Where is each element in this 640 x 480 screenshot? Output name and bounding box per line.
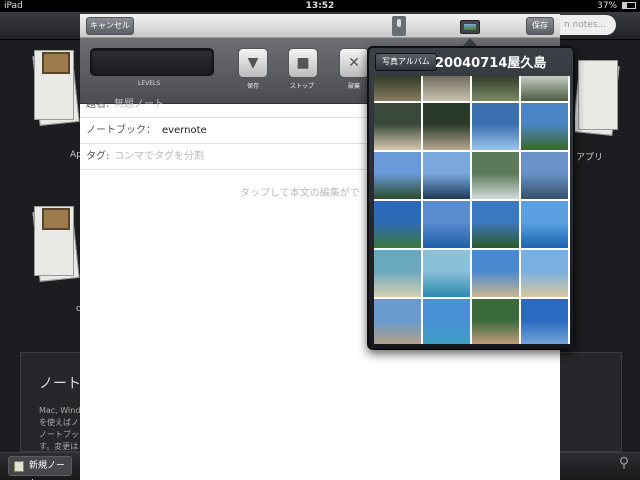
photo-thumbnail[interactable] xyxy=(374,250,421,297)
save-button[interactable]: 保存 xyxy=(526,17,554,35)
status-bar: iPad 13:52 37% xyxy=(0,0,640,12)
microphone-icon[interactable] xyxy=(392,16,406,36)
record-stop-button[interactable]: ■ xyxy=(288,48,318,78)
photo-thumbnail[interactable] xyxy=(472,152,519,199)
notebook-stack[interactable] xyxy=(32,202,80,282)
photo-thumbnail[interactable] xyxy=(521,152,568,199)
photo-thumbnail[interactable] xyxy=(423,76,470,101)
notebook-stack[interactable] xyxy=(572,56,624,136)
photo-thumbnail[interactable] xyxy=(521,201,568,248)
photo-thumbnail[interactable] xyxy=(521,103,568,150)
photo-picker-popover: 写真アルバム 20040714屋久島 xyxy=(367,46,575,350)
record-discard-button[interactable]: ✕ xyxy=(339,48,369,78)
notebook-stack[interactable] xyxy=(32,46,80,126)
clock: 13:52 xyxy=(305,1,335,11)
photo-thumbnail[interactable] xyxy=(472,299,519,344)
panel-text: Mac, Windo を使えばノ ノートブッ す。変更は xyxy=(39,406,86,451)
photo-thumbnail[interactable] xyxy=(472,250,519,297)
levels-meter xyxy=(90,48,214,76)
cancel-button[interactable]: キャンセル xyxy=(86,17,134,35)
photo-albums-back-button[interactable]: 写真アルバム xyxy=(375,53,437,71)
notebook-value[interactable]: evernote xyxy=(162,118,207,144)
record-discard-label: 破棄 xyxy=(348,83,361,90)
title-input[interactable]: 無題ノート xyxy=(114,92,164,118)
photo-thumbnail[interactable] xyxy=(521,76,568,101)
photo-thumbnail[interactable] xyxy=(521,299,568,344)
notebook-label: ノートブック： xyxy=(86,125,156,136)
photo-grid xyxy=(374,76,570,344)
tags-label: タグ: xyxy=(86,151,110,162)
battery-indicator: 37% xyxy=(597,0,636,12)
photo-thumbnail[interactable] xyxy=(374,103,421,150)
photo-icon[interactable] xyxy=(460,20,480,34)
new-note-button[interactable]: 新規ノート xyxy=(8,456,72,480)
photo-thumbnail[interactable] xyxy=(374,152,421,199)
editor-toolbar: キャンセル 保存 xyxy=(80,14,560,38)
photo-thumbnail[interactable] xyxy=(374,201,421,248)
body-editor[interactable]: タップして本文の編集がで xyxy=(240,184,360,199)
notebook-label-icon xyxy=(42,208,70,230)
levels-label: LEVELS xyxy=(138,80,161,87)
new-note-icon xyxy=(14,461,24,472)
photo-thumbnail[interactable] xyxy=(423,152,470,199)
save-down-icon: ▼ xyxy=(247,55,259,71)
title-label: 題名: xyxy=(86,99,110,110)
notebook-label-icon xyxy=(42,52,70,74)
record-save-button[interactable]: ▼ xyxy=(238,48,268,78)
photo-thumbnail[interactable] xyxy=(423,103,470,150)
photo-thumbnail[interactable] xyxy=(472,103,519,150)
tags-input[interactable]: コンマでタグを分割 xyxy=(114,144,204,170)
photo-thumbnail[interactable] xyxy=(423,250,470,297)
panel-title: ノート xyxy=(39,376,81,392)
photo-thumbnail[interactable] xyxy=(472,76,519,101)
photo-thumbnail[interactable] xyxy=(423,299,470,344)
stop-icon: ■ xyxy=(296,55,310,71)
battery-icon xyxy=(622,2,636,9)
photo-thumbnail[interactable] xyxy=(472,201,519,248)
battery-percent: 37% xyxy=(597,1,618,11)
record-save-label: 保存 xyxy=(247,83,260,90)
photo-thumbnail[interactable] xyxy=(374,76,421,101)
album-title: 20040714屋久島 xyxy=(435,56,547,71)
sync-antenna-icon[interactable]: ⚲ xyxy=(614,455,634,475)
record-stop-label: ストップ xyxy=(290,83,315,90)
photo-thumbnail[interactable] xyxy=(423,201,470,248)
photo-thumbnail[interactable] xyxy=(521,250,568,297)
notebook-title: アプリ xyxy=(576,153,604,163)
photo-thumbnail[interactable] xyxy=(374,299,421,344)
discard-x-icon: ✕ xyxy=(348,55,360,71)
